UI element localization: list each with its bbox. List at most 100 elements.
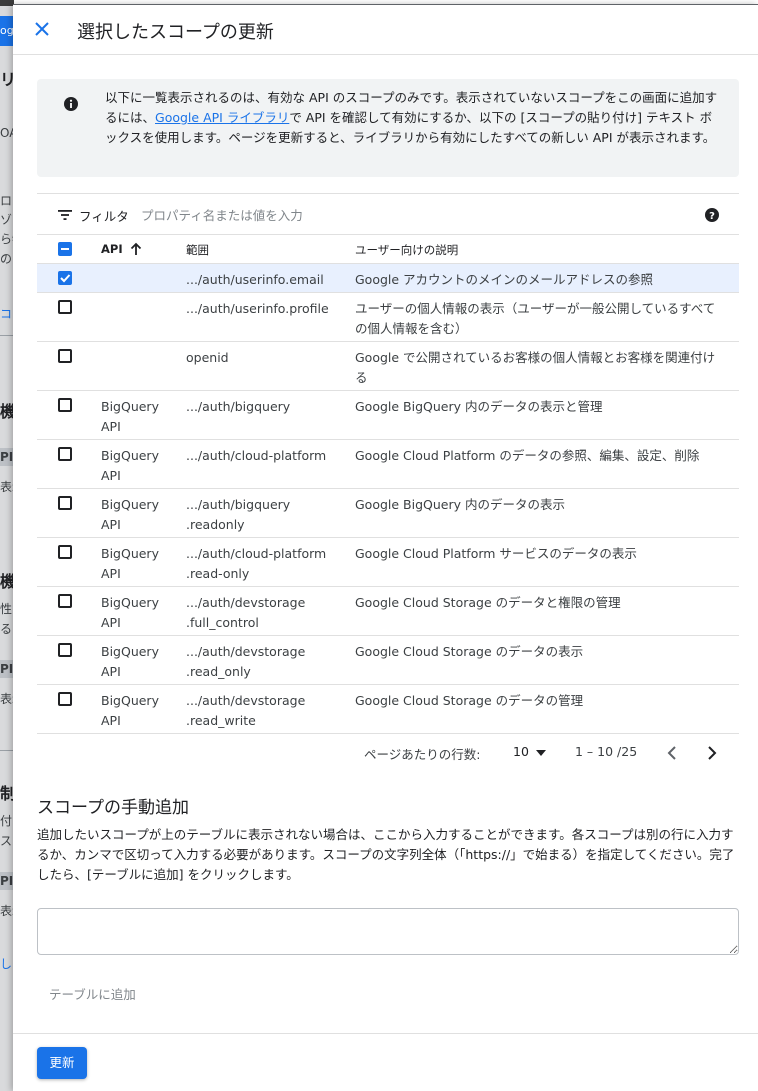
- row-scope: .../auth/cloud-platform: [186, 448, 327, 463]
- table-header: API 範囲 ユーザー向けの説明: [37, 235, 739, 264]
- row-description: Google BigQuery 内のデータの表示: [355, 497, 565, 512]
- background-text: 機: [0, 572, 14, 591]
- filter-icon[interactable]: [57, 207, 73, 223]
- chevron-left-icon[interactable]: [660, 741, 684, 765]
- update-button[interactable]: 更新: [37, 1047, 87, 1079]
- panel-header: 選択したスコープの更新: [13, 5, 758, 55]
- filter-bar: フィルタ ?: [37, 193, 739, 235]
- row-scope: .../auth/cloud-platform .read-only: [186, 546, 327, 581]
- row-checkbox[interactable]: [58, 545, 72, 559]
- column-header-desc: ユーザー向けの説明: [355, 243, 459, 257]
- page-range: 1 – 10 /25: [575, 744, 638, 759]
- background-text: 制: [0, 784, 14, 803]
- svg-text:?: ?: [709, 211, 715, 222]
- help-icon[interactable]: ?: [704, 207, 720, 223]
- info-icon: [64, 97, 78, 111]
- row-checkbox[interactable]: [58, 496, 72, 510]
- background-logo: og: [0, 16, 14, 46]
- table-body: .../auth/userinfo.email Google アカウントのメインの…: [37, 264, 739, 734]
- info-banner: 以下に一覧表示されるのは、有効な API のスコープのみです。表示されていないス…: [37, 79, 739, 177]
- select-all-checkbox[interactable]: [58, 242, 72, 256]
- filter-input[interactable]: [141, 204, 681, 226]
- row-scope: openid: [186, 350, 229, 365]
- rows-per-page-label: ページあたりの行数:: [364, 747, 481, 762]
- info-text: 以下に一覧表示されるのは、有効な API のスコープのみです。表示されていないス…: [105, 88, 721, 148]
- background-text: og: [0, 24, 14, 37]
- column-header-api[interactable]: API: [101, 242, 123, 256]
- table-row[interactable]: openid Google で公開されているお客様の個人情報とお客様を関連付ける: [37, 342, 739, 391]
- row-api: BigQuery API: [101, 693, 159, 728]
- row-checkbox[interactable]: [58, 398, 72, 412]
- table-row[interactable]: .../auth/userinfo.email Google アカウントのメインの…: [37, 264, 739, 293]
- row-scope: .../auth/devstorage .read_only: [186, 644, 306, 679]
- row-api: BigQuery API: [101, 644, 159, 679]
- background-page: og リ OA ロー ゾを ら特 のま コ 機 PI 表示 機 性 る PI 表…: [0, 0, 14, 1091]
- background-text: 表示: [0, 692, 14, 706]
- row-api: BigQuery API: [101, 546, 159, 581]
- background-text: ロー: [0, 194, 14, 208]
- row-description: Google Cloud Storage のデータの表示: [355, 644, 584, 659]
- manual-add-description: 追加したいスコープが上のテーブルに表示されない場合は、ここから入力することができ…: [37, 827, 735, 882]
- panel-footer: 更新: [13, 1033, 758, 1091]
- background-topbar: [0, 0, 14, 6]
- table-row[interactable]: .../auth/userinfo.profile ユーザーの個人情報の表示（ユー…: [37, 293, 739, 342]
- add-to-table-button[interactable]: テーブルに追加: [37, 975, 157, 1009]
- update-scopes-panel: 選択したスコープの更新 以下に一覧表示されるのは、有効な API のスコープのみ…: [13, 4, 758, 1091]
- row-api: BigQuery API: [101, 448, 159, 483]
- row-checkbox[interactable]: [58, 643, 72, 657]
- api-library-link[interactable]: Google API ライブラリ: [155, 110, 289, 125]
- scopes-table: API 範囲 ユーザー向けの説明 .../auth/userinfo.email…: [37, 235, 739, 734]
- dropdown-arrow-icon: [535, 749, 546, 756]
- manual-scope-input[interactable]: [37, 908, 739, 955]
- background-text: ゾを: [0, 213, 14, 227]
- row-scope: .../auth/bigquery .readonly: [186, 497, 291, 532]
- background-link: し: [0, 957, 13, 971]
- row-api: BigQuery API: [101, 399, 159, 434]
- page-title: 選択したスコープの更新: [77, 22, 274, 43]
- row-description: Google BigQuery 内のデータの表示と管理: [355, 399, 603, 414]
- background-text: OA: [0, 126, 14, 140]
- row-description: Google Cloud Storage のデータと権限の管理: [355, 595, 621, 610]
- table-row[interactable]: BigQuery API .../auth/bigquery Google BigQ…: [37, 391, 739, 440]
- background-link: コ: [0, 307, 13, 321]
- close-button[interactable]: [30, 17, 54, 41]
- row-scope: .../auth/devstorage .full_control: [186, 595, 306, 630]
- chevron-right-icon[interactable]: [700, 741, 724, 765]
- table-row[interactable]: BigQuery API .../auth/bigquery .readonly G…: [37, 489, 739, 538]
- rows-per-page-value: 10: [513, 744, 529, 759]
- row-scope: .../auth/bigquery: [186, 399, 291, 414]
- background-text: ス: [0, 834, 13, 848]
- row-checkbox[interactable]: [58, 692, 72, 706]
- row-checkbox[interactable]: [58, 271, 72, 285]
- row-description: Google Cloud Platform サービスのデータの表示: [355, 546, 637, 561]
- rows-per-page-select[interactable]: 10: [513, 744, 547, 759]
- background-text: PI: [0, 872, 14, 890]
- row-checkbox[interactable]: [58, 594, 72, 608]
- row-description: Google で公開されているお客様の個人情報とお客様を関連付ける: [355, 350, 716, 385]
- background-text: 機: [0, 402, 14, 421]
- close-icon: [35, 22, 49, 36]
- row-checkbox[interactable]: [58, 300, 72, 314]
- row-api: BigQuery API: [101, 497, 159, 532]
- indeterminate-icon: [61, 248, 69, 250]
- pagination: ページあたりの行数: 10 1 – 10 /25: [37, 737, 739, 767]
- background-text: ら特: [0, 232, 14, 246]
- table-row[interactable]: BigQuery API .../auth/devstorage .read_on…: [37, 636, 739, 685]
- filter-label: フィルタ: [79, 209, 129, 224]
- row-checkbox[interactable]: [58, 349, 72, 363]
- table-row[interactable]: BigQuery API .../auth/devstorage .read_wr…: [37, 685, 739, 734]
- background-text: PI: [0, 660, 14, 678]
- background-text: 性: [0, 602, 13, 616]
- checkmark-icon: [60, 274, 71, 283]
- background-text: PI: [0, 448, 14, 466]
- sort-arrow-up-icon[interactable]: [129, 242, 143, 256]
- table-row[interactable]: BigQuery API .../auth/cloud-platform Googl…: [37, 440, 739, 489]
- table-row[interactable]: BigQuery API .../auth/devstorage .full_co…: [37, 587, 739, 636]
- row-api: BigQuery API: [101, 595, 159, 630]
- background-text: のま: [0, 252, 14, 266]
- table-row[interactable]: BigQuery API .../auth/cloud-platform .rea…: [37, 538, 739, 587]
- row-checkbox[interactable]: [58, 447, 72, 461]
- background-text: る: [0, 622, 13, 636]
- row-scope: .../auth/devstorage .read_write: [186, 693, 306, 728]
- row-description: Google Cloud Platform のデータの参照、編集、設定、削除: [355, 448, 700, 463]
